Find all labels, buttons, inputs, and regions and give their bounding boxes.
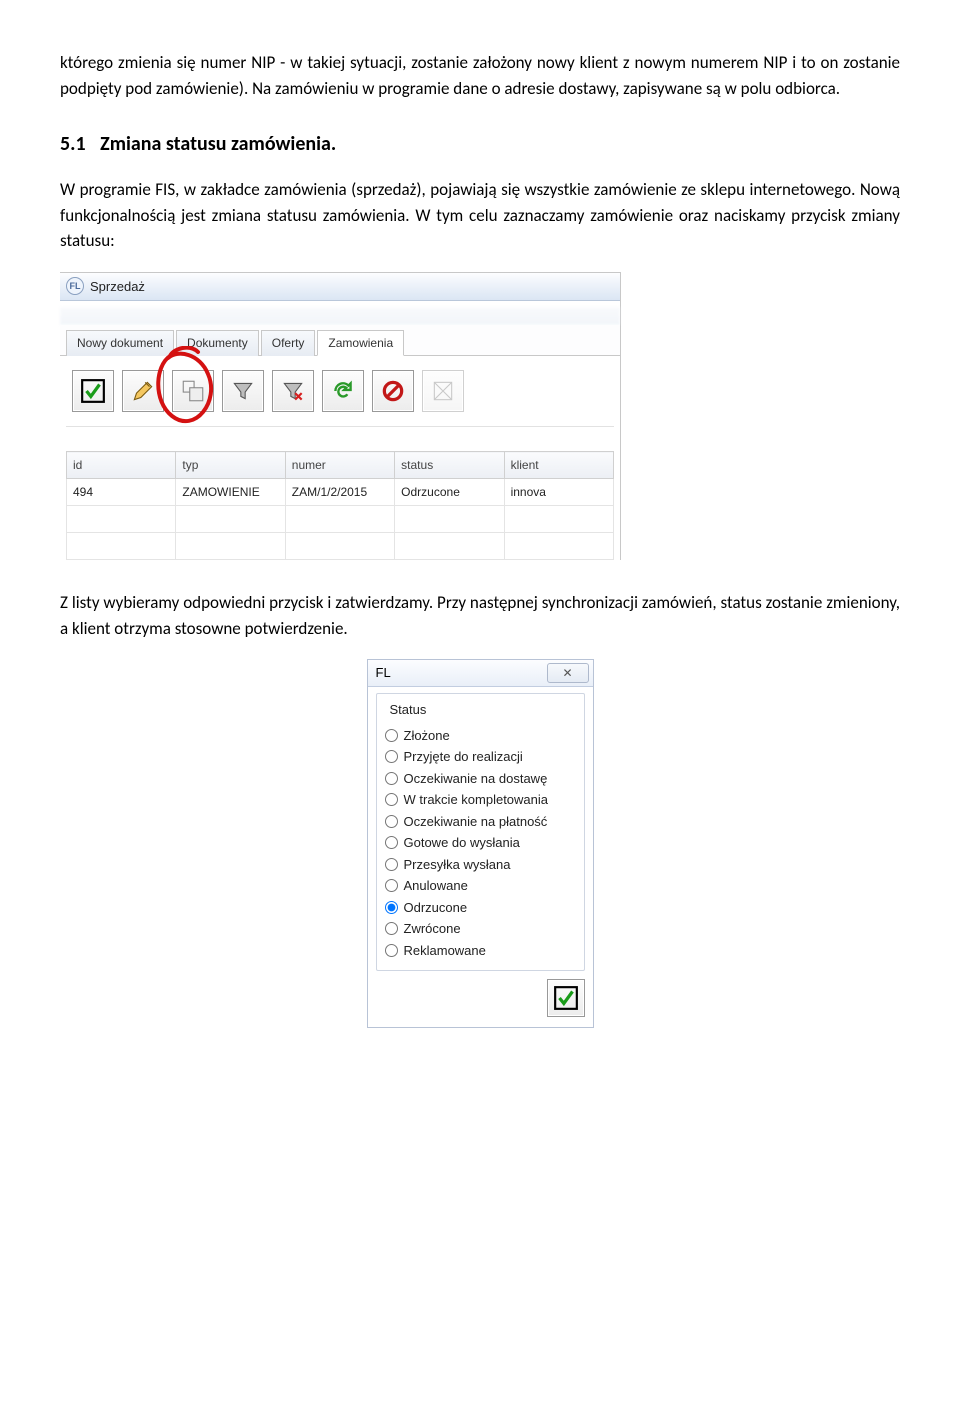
- paragraph-2: W programie FIS, w zakładce zamówienia (…: [60, 177, 900, 254]
- status-option[interactable]: Przesyłka wysłana: [385, 855, 576, 875]
- window-title: Sprzedaż: [90, 277, 145, 297]
- heading-number: 5.1: [60, 132, 86, 156]
- status-radio[interactable]: [385, 858, 398, 871]
- status-group-title: Status: [387, 700, 430, 720]
- cancel-button[interactable]: [372, 370, 414, 412]
- tabs-bar: Nowy dokumentDokumentyOfertyZamowienia: [60, 325, 620, 356]
- refresh-button[interactable]: [322, 370, 364, 412]
- sales-window-screenshot: FL Sprzedaż Nowy dokumentDokumentyOferty…: [60, 272, 621, 561]
- grid-area: idtypnumerstatusklient 494ZAMOWIENIEZAM/…: [60, 426, 620, 560]
- col-klient[interactable]: klient: [504, 452, 613, 479]
- status-radio[interactable]: [385, 793, 398, 806]
- col-id[interactable]: id: [67, 452, 176, 479]
- status-radio[interactable]: [385, 922, 398, 935]
- col-numer[interactable]: numer: [285, 452, 394, 479]
- paragraph-3: Z listy wybieramy odpowiedni przycisk i …: [60, 590, 900, 641]
- status-option[interactable]: Gotowe do wysłania: [385, 833, 576, 853]
- status-option-label: Oczekiwanie na dostawę: [404, 769, 548, 789]
- cell-typ: ZAMOWIENIE: [176, 479, 285, 506]
- status-dialog-screenshot: FL ✕ Status ZłożonePrzyjęte do realizacj…: [367, 659, 594, 1028]
- tab-oferty[interactable]: Oferty: [261, 330, 316, 356]
- dialog-titlebar: FL ✕: [368, 660, 593, 687]
- orders-table: idtypnumerstatusklient 494ZAMOWIENIEZAM/…: [66, 451, 614, 560]
- status-option[interactable]: Odrzucone: [385, 898, 576, 918]
- status-option-label: Reklamowane: [404, 941, 486, 961]
- status-option-label: Odrzucone: [404, 898, 468, 918]
- table-row[interactable]: 494ZAMOWIENIEZAM/1/2/2015Odrzuconeinnova: [67, 479, 614, 506]
- status-radio[interactable]: [385, 772, 398, 785]
- toolbar: [60, 356, 620, 426]
- status-option[interactable]: Złożone: [385, 726, 576, 746]
- tab-zamowienia[interactable]: Zamowienia: [317, 330, 404, 356]
- status-group: Status ZłożonePrzyjęte do realizacjiOcze…: [376, 693, 585, 971]
- filter-button[interactable]: [222, 370, 264, 412]
- table-empty-row: [67, 533, 614, 560]
- filter-clear-button[interactable]: [272, 370, 314, 412]
- expand-button: [422, 370, 464, 412]
- app-badge-icon: FL: [376, 663, 391, 683]
- cell-numer: ZAM/1/2/2015: [285, 479, 394, 506]
- status-option[interactable]: Oczekiwanie na płatność: [385, 812, 576, 832]
- status-option-label: Anulowane: [404, 876, 468, 896]
- tab-dokumenty[interactable]: Dokumenty: [176, 330, 259, 356]
- status-option[interactable]: Zwrócone: [385, 919, 576, 939]
- app-badge-icon: FL: [66, 277, 84, 295]
- cell-id: 494: [67, 479, 176, 506]
- paragraph-1: którego zmienia się numer NIP - w takiej…: [60, 50, 900, 101]
- heading-title: Zmiana statusu zamówienia.: [100, 132, 336, 156]
- status-option[interactable]: Oczekiwanie na dostawę: [385, 769, 576, 789]
- status-option-label: Przesyłka wysłana: [404, 855, 511, 875]
- status-option-label: Oczekiwanie na płatność: [404, 812, 548, 832]
- status-option-label: W trakcie kompletowania: [404, 790, 549, 810]
- confirm-button[interactable]: [72, 370, 114, 412]
- status-radio[interactable]: [385, 901, 398, 914]
- status-option[interactable]: W trakcie kompletowania: [385, 790, 576, 810]
- table-empty-row: [67, 506, 614, 533]
- status-change-button[interactable]: [172, 370, 214, 412]
- status-radio[interactable]: [385, 815, 398, 828]
- status-option-label: Przyjęte do realizacji: [404, 747, 523, 767]
- status-radio[interactable]: [385, 944, 398, 957]
- window-titlebar: FL Sprzedaż: [60, 273, 620, 302]
- status-option-label: Złożone: [404, 726, 450, 746]
- status-option[interactable]: Reklamowane: [385, 941, 576, 961]
- close-button[interactable]: ✕: [547, 663, 589, 683]
- tab-nowy-dokument[interactable]: Nowy dokument: [66, 330, 174, 356]
- status-option[interactable]: Anulowane: [385, 876, 576, 896]
- cell-klient: innova: [504, 479, 613, 506]
- status-radio[interactable]: [385, 836, 398, 849]
- col-status[interactable]: status: [395, 452, 504, 479]
- status-option-label: Gotowe do wysłania: [404, 833, 520, 853]
- status-option-label: Zwrócone: [404, 919, 461, 939]
- status-radio[interactable]: [385, 750, 398, 763]
- ribbon-blur: [60, 307, 620, 325]
- status-radio[interactable]: [385, 729, 398, 742]
- section-heading: 5.1 Zmiana statusu zamówienia.: [60, 129, 900, 159]
- status-radio[interactable]: [385, 879, 398, 892]
- edit-button[interactable]: [122, 370, 164, 412]
- cell-status: Odrzucone: [395, 479, 504, 506]
- status-option[interactable]: Przyjęte do realizacji: [385, 747, 576, 767]
- col-typ[interactable]: typ: [176, 452, 285, 479]
- dialog-confirm-button[interactable]: [547, 979, 585, 1017]
